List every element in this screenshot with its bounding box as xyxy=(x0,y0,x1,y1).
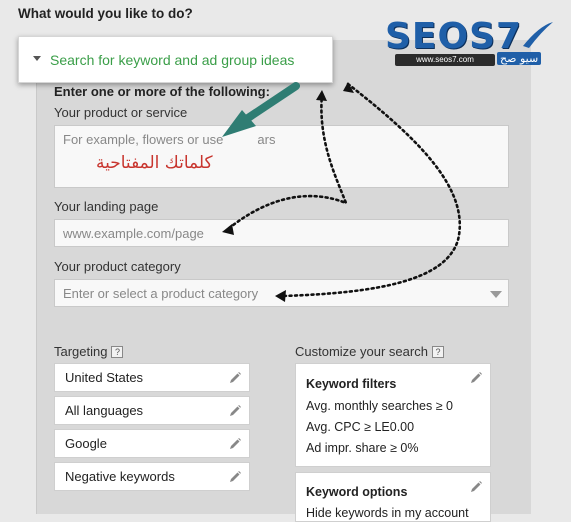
logo-url: www.seos7.com xyxy=(395,54,495,66)
arabic-annotation: كلماتك المفتاحية xyxy=(96,153,213,173)
logo-tagline: سيو صح xyxy=(497,52,542,65)
annotation-arrows xyxy=(222,82,461,302)
logo-text: SEOS7 xyxy=(385,16,523,57)
seos7-logo: SEOS7 www.seos7.com سيو صح xyxy=(385,14,555,76)
teal-arrow xyxy=(222,82,300,137)
logo-swoosh-icon xyxy=(523,22,553,48)
